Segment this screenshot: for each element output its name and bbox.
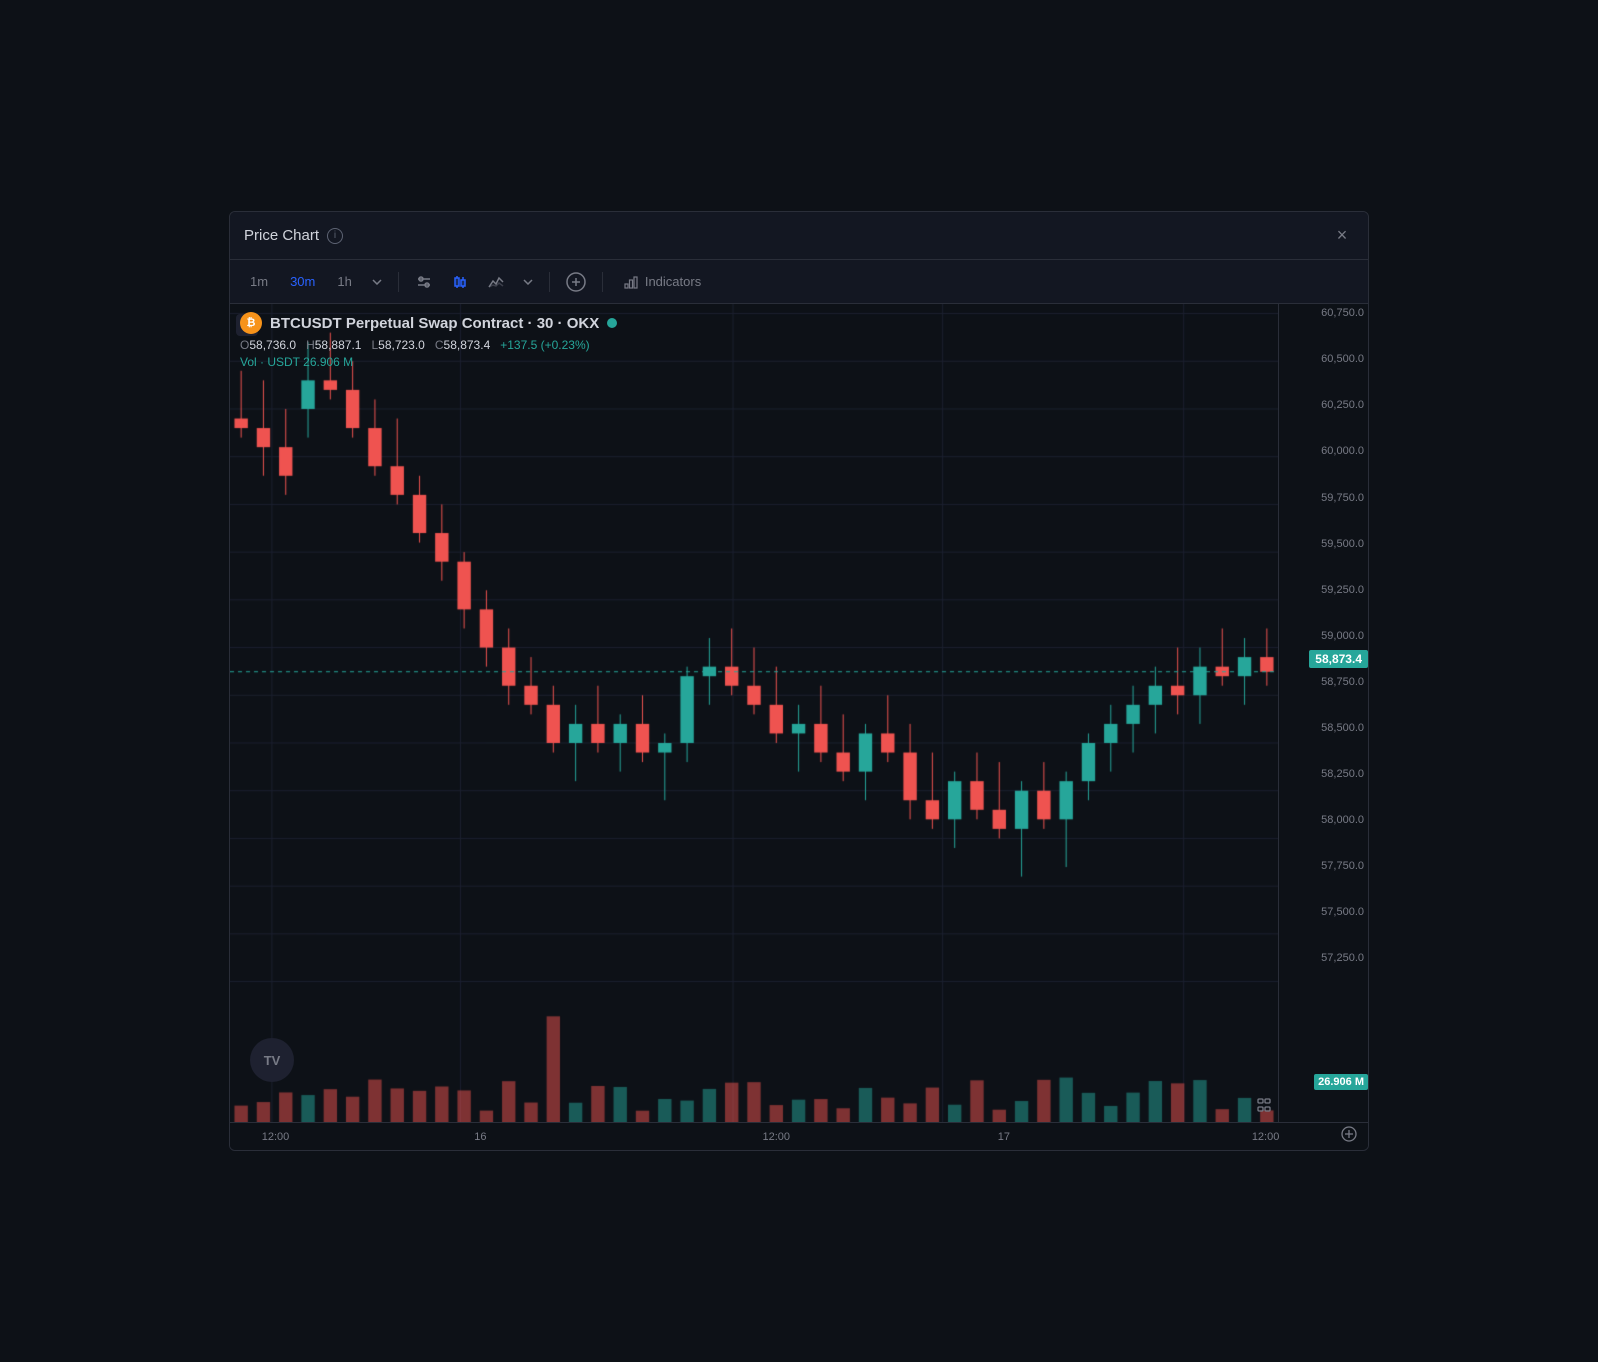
ohlc-row: O58,736.0 H58,887.1 L58,723.0 C58,873.4 … (240, 338, 617, 352)
vol-label: Vol · USDT (240, 355, 300, 369)
low-value: L58,723.0 (371, 338, 424, 352)
volume-row: Vol · USDT 26.906 M (240, 355, 617, 369)
timeframe-30m[interactable]: 30m (282, 270, 323, 293)
divider-2 (549, 272, 550, 292)
price-chart-window: Price Chart i × 1m 30m 1h (229, 211, 1369, 1151)
chart-area: ₿ BTCUSDT Perpetual Swap Contract · 30 ·… (230, 304, 1368, 1122)
price-scale-label: 58,250.0 (1321, 768, 1364, 780)
timeframe-1m[interactable]: 1m (242, 270, 276, 293)
time-label-3: 17 (998, 1131, 1010, 1143)
time-bar: 12:00 16 12:00 17 12:00 (230, 1122, 1368, 1150)
price-change: +137.5 (+0.23%) (500, 338, 589, 352)
divider-1 (398, 272, 399, 292)
price-scale-label: 59,250.0 (1321, 584, 1364, 596)
price-scale-label: 58,750.0 (1321, 676, 1364, 688)
price-scale-label: 58,000.0 (1321, 814, 1364, 826)
price-scale-label: 57,750.0 (1321, 860, 1364, 872)
price-scale-label: 59,500.0 (1321, 538, 1364, 550)
price-scale-label: 59,750.0 (1321, 492, 1364, 504)
price-scale-label: 57,500.0 (1321, 906, 1364, 918)
price-scale-label: 60,750.0 (1321, 307, 1364, 319)
toolbar: 1m 30m 1h (230, 260, 1368, 304)
close-button[interactable]: × (1330, 224, 1354, 248)
indicators-button[interactable]: Indicators (613, 270, 711, 294)
window-title: Price Chart (244, 227, 319, 244)
fullscreen-icon[interactable] (1256, 1097, 1272, 1116)
price-scale-label: 60,000.0 (1321, 445, 1364, 457)
divider-3 (602, 272, 603, 292)
current-vol-label: 26.906 M (1314, 1074, 1368, 1090)
btc-icon: ₿ (240, 312, 262, 334)
scale-icon[interactable] (1340, 1125, 1358, 1148)
price-scale-label: 60,500.0 (1321, 353, 1364, 365)
price-scale-label: 58,500.0 (1321, 722, 1364, 734)
time-label-1: 16 (474, 1131, 486, 1143)
style-dropdown[interactable] (517, 275, 539, 289)
timeframe-1h[interactable]: 1h (329, 270, 359, 293)
info-icon[interactable]: i (327, 228, 343, 244)
online-indicator (607, 318, 617, 328)
titlebar: Price Chart i × (230, 212, 1368, 260)
open-value: O58,736.0 (240, 338, 296, 352)
symbol-name: BTCUSDT Perpetual Swap Contract · 30 · O… (270, 315, 599, 332)
chart-type-btn[interactable] (445, 269, 475, 295)
chart-main: ₿ BTCUSDT Perpetual Swap Contract · 30 ·… (230, 304, 1278, 1122)
price-scale-label: 57,250.0 (1321, 952, 1364, 964)
time-label-4: 12:00 (1252, 1131, 1280, 1143)
chart-style-btn[interactable] (481, 269, 511, 295)
high-value: H58,887.1 (306, 338, 361, 352)
chart-canvas[interactable] (230, 304, 1278, 1122)
add-button[interactable] (560, 268, 592, 296)
price-scale: 60,750.0 60,500.0 60,250.0 60,000.0 59,750.0… (1278, 304, 1368, 1122)
close-value: C58,873.4 (435, 338, 490, 352)
time-label-2: 12:00 (762, 1131, 790, 1143)
adjust-icon-btn[interactable] (409, 269, 439, 295)
titlebar-left: Price Chart i (244, 227, 343, 244)
symbol-row: ₿ BTCUSDT Perpetual Swap Contract · 30 ·… (240, 312, 617, 334)
chart-header: ₿ BTCUSDT Perpetual Swap Contract · 30 ·… (240, 312, 617, 369)
price-scale-label: 59,000.0 (1321, 630, 1364, 642)
time-label-0: 12:00 (262, 1131, 290, 1143)
timeframe-dropdown[interactable] (366, 275, 388, 289)
tradingview-watermark: TV (250, 1038, 294, 1082)
price-scale-label: 60,250.0 (1321, 399, 1364, 411)
current-price-label: 58,873.4 (1309, 650, 1368, 668)
vol-value: 26.906 M (303, 355, 353, 369)
indicators-label: Indicators (645, 274, 701, 289)
